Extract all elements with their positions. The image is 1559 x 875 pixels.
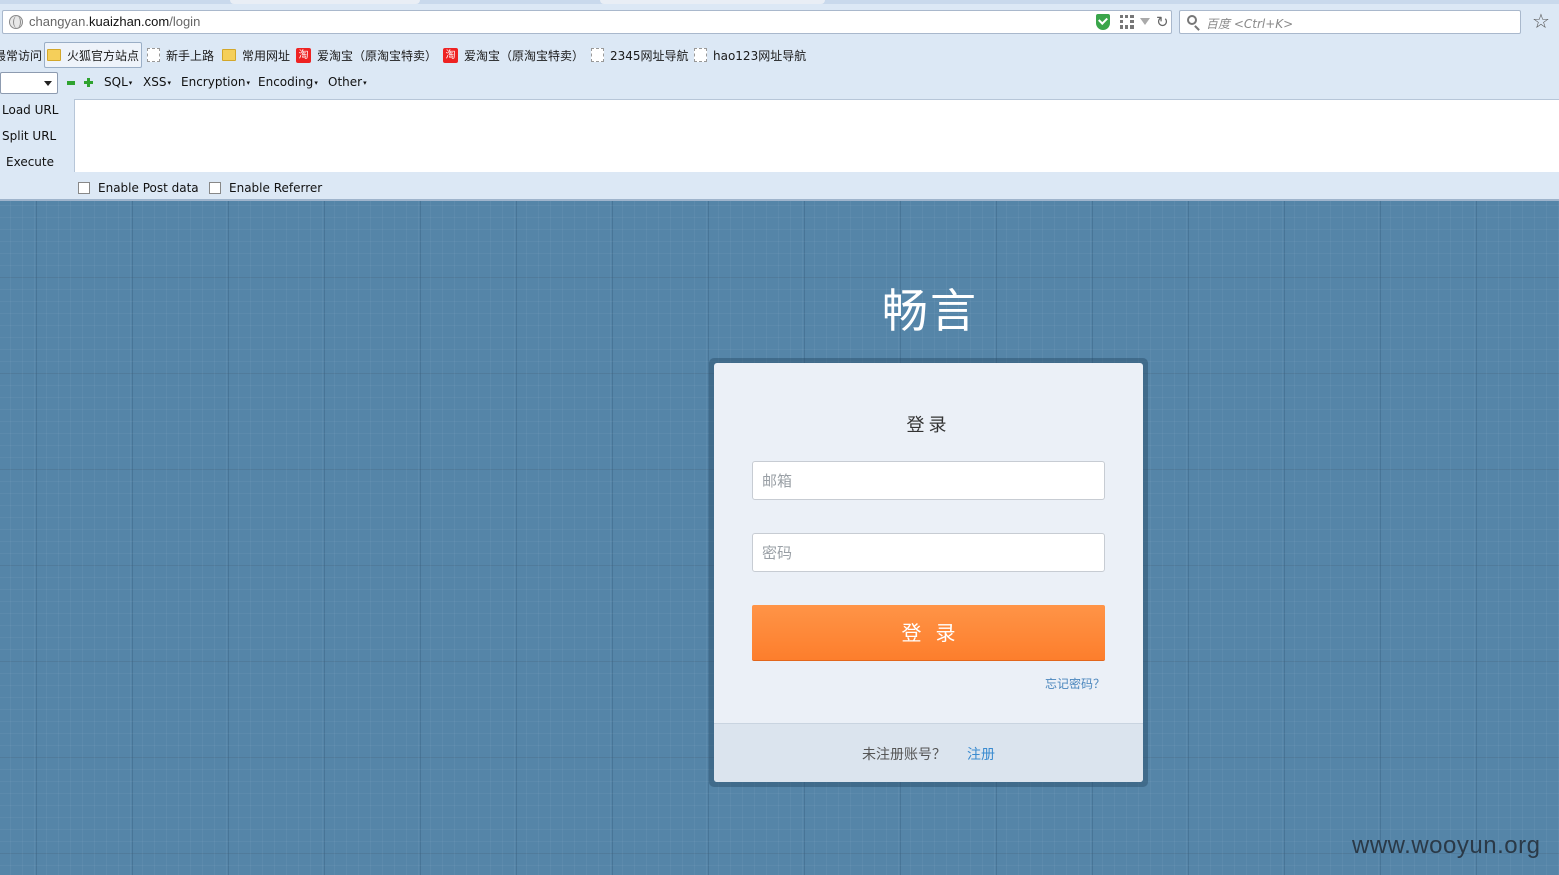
load-url-button[interactable]: Load URL xyxy=(0,103,72,117)
split-url-button[interactable]: Split URL xyxy=(0,129,72,143)
page-content: 畅言 登录 登录 忘记密码？ 未注册账号？ 注册 www.wooyun.org xyxy=(0,201,1559,875)
bookmark-label: 新手上路 xyxy=(166,48,215,63)
bookmark-getting-started[interactable]: 新手上路 xyxy=(147,42,214,68)
globe-icon xyxy=(9,15,23,29)
browser-chrome: changyan.kuaizhan.com/login ↻ 百度 <Ctrl+K… xyxy=(0,0,1559,201)
tab[interactable] xyxy=(230,0,420,4)
page-icon xyxy=(147,48,160,62)
bookmark-label: hao123网址导航 xyxy=(713,48,807,63)
enable-post-data-checkbox[interactable]: Enable Post data xyxy=(78,181,199,195)
hackbar-select[interactable] xyxy=(0,72,58,94)
menu-other[interactable]: Other▾ xyxy=(328,75,367,89)
menu-encryption[interactable]: Encryption▾ xyxy=(181,75,250,89)
forgot-password-link[interactable]: 忘记密码？ xyxy=(1045,675,1105,692)
caret-down-icon: ▾ xyxy=(246,78,250,87)
hackbar-panel: Load URL Split URL Execute xyxy=(0,99,1559,173)
password-field[interactable] xyxy=(752,533,1105,572)
url-host: kuaizhan.com xyxy=(89,14,170,29)
search-icon xyxy=(1187,15,1197,25)
menu-label: Encoding xyxy=(258,75,314,89)
login-card: 登录 登录 忘记密码？ 未注册账号？ 注册 xyxy=(714,363,1143,782)
hackbar-toolbar: SQL▾ XSS▾ Encryption▾ Encoding▾ Other▾ xyxy=(0,70,1559,96)
folder-icon xyxy=(47,49,61,61)
bookmark-label: 爱淘宝（原淘宝特卖） xyxy=(464,48,585,63)
bookmark-label: 最常访问 xyxy=(0,48,43,63)
taobao-icon: 淘 xyxy=(296,47,311,63)
execute-button[interactable]: Execute xyxy=(0,155,72,169)
bookmark-aitaobao-1[interactable]: 淘 爱淘宝（原淘宝特卖） xyxy=(296,42,437,68)
login-card-footer: 未注册账号？ 注册 xyxy=(714,723,1143,782)
enable-referrer-checkbox[interactable]: Enable Referrer xyxy=(209,181,322,195)
bookmark-star-icon[interactable]: ☆ xyxy=(1532,9,1550,33)
watermark: www.wooyun.org xyxy=(1352,832,1541,859)
page-icon xyxy=(591,48,604,62)
checkbox-label: Enable Post data xyxy=(98,181,199,195)
search-bar[interactable]: 百度 <Ctrl+K> xyxy=(1179,10,1521,34)
bookmark-label: 爱淘宝（原淘宝特卖） xyxy=(317,48,438,63)
bookmark-aitaobao-2[interactable]: 淘 爱淘宝（原淘宝特卖） xyxy=(443,42,584,68)
caret-down-icon: ▾ xyxy=(363,78,367,87)
checkbox-box[interactable] xyxy=(78,182,90,194)
email-field[interactable] xyxy=(752,461,1105,500)
bookmark-firefox-official[interactable]: 火狐官方站点 xyxy=(44,42,143,68)
hackbar-url-textarea[interactable] xyxy=(74,99,1559,172)
checkbox-label: Enable Referrer xyxy=(229,181,323,195)
checkbox-box[interactable] xyxy=(209,182,221,194)
login-button[interactable]: 登录 xyxy=(752,605,1105,661)
plus-icon[interactable] xyxy=(84,78,93,87)
page-icon xyxy=(694,48,707,62)
bookmark-label: 火狐官方站点 xyxy=(67,48,140,63)
address-text[interactable]: changyan.kuaizhan.com/login xyxy=(29,14,200,29)
hackbar-options: Enable Post data Enable Referrer xyxy=(0,176,1559,198)
bookmark-common-sites[interactable]: 常用网址 xyxy=(222,42,290,68)
email-input[interactable] xyxy=(753,462,1104,499)
menu-label: XSS xyxy=(143,75,167,89)
menu-label: SQL xyxy=(104,75,128,89)
url-subdomain: changyan. xyxy=(29,14,89,29)
password-input[interactable] xyxy=(753,534,1104,571)
bookmarks-toolbar: 最常访问 火狐官方站点 新手上路 常用网址 淘 爱淘宝（原淘宝特卖） 淘 爱淘宝… xyxy=(0,42,1559,68)
menu-encoding[interactable]: Encoding▾ xyxy=(258,75,318,89)
changyan-logo: 畅言 xyxy=(882,284,978,338)
url-path: /login xyxy=(169,14,201,29)
folder-icon xyxy=(222,49,236,61)
qr-code-icon[interactable] xyxy=(1120,15,1134,29)
bookmark-label: 2345网址导航 xyxy=(610,48,689,63)
dropdown-arrow-icon[interactable] xyxy=(1140,18,1150,25)
reload-icon[interactable]: ↻ xyxy=(1156,13,1169,31)
tab[interactable] xyxy=(600,0,825,4)
caret-down-icon: ▾ xyxy=(128,78,133,87)
menu-label: Other xyxy=(328,75,363,89)
search-placeholder: 百度 <Ctrl+K> xyxy=(1206,17,1294,31)
bookmark-label: 常用网址 xyxy=(242,48,291,63)
caret-down-icon: ▾ xyxy=(167,78,171,87)
bookmark-2345[interactable]: 2345网址导航 xyxy=(591,42,689,68)
not-registered-text: 未注册账号？ xyxy=(862,747,946,763)
taobao-icon: 淘 xyxy=(443,47,458,63)
minus-icon[interactable] xyxy=(67,81,75,85)
security-shield-icon[interactable] xyxy=(1096,14,1110,30)
tab-strip xyxy=(0,0,1559,4)
bookmark-hao123[interactable]: hao123网址导航 xyxy=(694,42,806,68)
bookmark-most-visited[interactable]: 最常访问 xyxy=(0,42,42,68)
register-link[interactable]: 注册 xyxy=(967,744,995,764)
login-title: 登录 xyxy=(906,415,951,436)
menu-xss[interactable]: XSS▾ xyxy=(143,75,171,89)
menu-label: Encryption xyxy=(181,75,246,89)
menu-sql[interactable]: SQL▾ xyxy=(104,75,132,89)
address-bar[interactable]: changyan.kuaizhan.com/login ↻ xyxy=(2,10,1172,34)
caret-down-icon: ▾ xyxy=(314,78,318,87)
